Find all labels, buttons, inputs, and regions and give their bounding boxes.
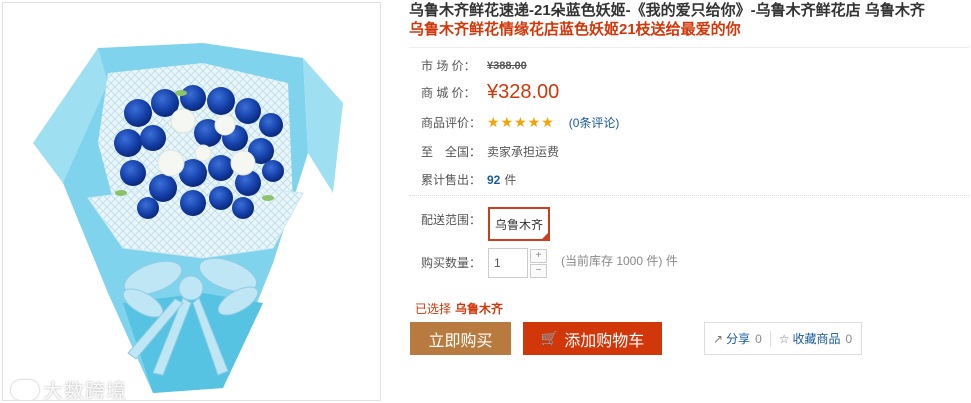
watermark: 大数跨境 — [11, 375, 127, 401]
sold-unit: 件 — [504, 173, 517, 187]
market-price-row: 市 场 价： ¥388.00 — [421, 57, 527, 74]
share-count: 0 — [755, 331, 762, 346]
watermark-logo-icon — [11, 379, 39, 400]
watermark-text: 大数跨境 — [43, 379, 127, 401]
add-to-cart-label: 添加购物车 — [564, 332, 645, 350]
add-to-cart-button[interactable]: 🛒 添加购物车 — [523, 322, 662, 355]
rating-label: 商品评价： — [421, 116, 482, 130]
shipping-value: 卖家承担运费 — [487, 145, 560, 159]
delivery-label: 配送范围： — [421, 213, 482, 227]
shipping-row: 至 全国： 卖家承担运费 — [421, 143, 559, 160]
cart-icon: 🛒 — [540, 330, 559, 346]
star-outline-icon: ☆ — [778, 331, 790, 346]
sold-row: 累计售出： 92 件 — [421, 171, 516, 188]
product-image[interactable]: 大数跨境 — [2, 2, 381, 401]
product-title: 乌鲁木齐鲜花速递-21朵蓝色妖姬-《我的爱只给你》-乌鲁木齐鲜花店 乌鲁木齐 — [409, 2, 925, 19]
share-button[interactable]: ↗ 分享 0 — [705, 330, 770, 347]
review-link[interactable]: (0条评论) — [569, 114, 620, 131]
shipping-label: 至 全国： — [421, 145, 482, 159]
city-option-urumqi[interactable]: 乌鲁木齐 — [488, 207, 550, 241]
market-price-label: 市 场 价： — [421, 59, 476, 73]
quantity-input[interactable]: 1 — [488, 248, 528, 278]
favorite-label: 收藏商品 — [792, 332, 841, 346]
product-subtitle: 乌鲁木齐鲜花情缘花店蓝色妖姬21枝送给最爱的你 — [409, 21, 741, 38]
selection-prefix: 已选择 — [415, 302, 452, 316]
quantity-increase-button[interactable]: + — [530, 249, 547, 263]
quantity-label: 购买数量： — [421, 256, 482, 270]
share-label: 分享 — [726, 332, 751, 346]
favorite-button[interactable]: ☆ 收藏商品 0 — [771, 330, 860, 347]
price-info-box: 市 场 价： ¥388.00 商 城 价： ¥328.00 商品评价： ★★★★… — [409, 47, 969, 193]
bouquet-illustration — [33, 43, 343, 393]
share-icon: ↗ — [713, 331, 724, 346]
quantity-decrease-button[interactable]: − — [530, 264, 547, 278]
sold-count: 92 — [487, 172, 501, 187]
stock-text: (当前库存 1000 件) 件 — [561, 254, 678, 268]
rating-row: 商品评价： ★★★★★ (0条评论) — [421, 114, 619, 131]
divider — [409, 195, 969, 196]
selection-summary: 已选择 乌鲁木齐 — [415, 300, 503, 317]
share-fav-box: ↗ 分享 0 ☆ 收藏商品 0 — [704, 322, 862, 355]
sold-label: 累计售出： — [421, 173, 482, 187]
favorite-count: 0 — [845, 331, 853, 346]
shop-price-label: 商 城 价： — [421, 86, 476, 100]
market-price: ¥388.00 — [487, 59, 527, 72]
shop-price: ¥328.00 — [487, 81, 560, 103]
rating-stars-icon: ★★★★★ — [487, 114, 555, 130]
quantity-value: 1 — [494, 256, 501, 270]
shop-price-row: 商 城 价： ¥328.00 — [421, 81, 559, 104]
city-option-label: 乌鲁木齐 — [494, 217, 543, 232]
buy-now-button[interactable]: 立即购买 — [410, 322, 511, 355]
selection-value: 乌鲁木齐 — [455, 302, 504, 316]
